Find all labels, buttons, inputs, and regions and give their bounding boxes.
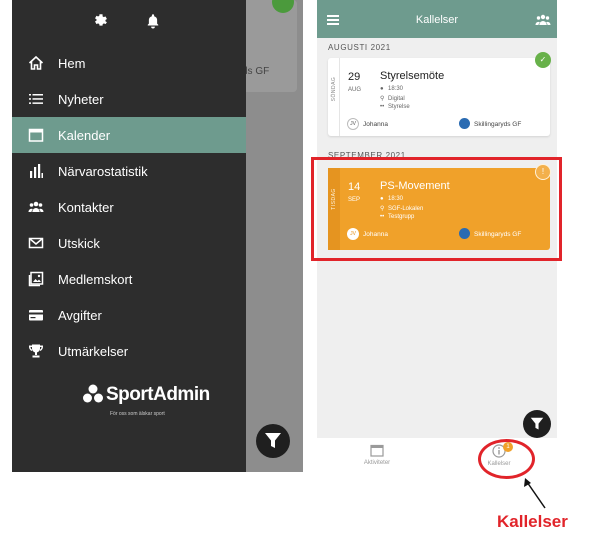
menu-item-utskick[interactable]: Utskick bbox=[12, 225, 246, 261]
tab-aktiviteter[interactable]: Aktiviteter bbox=[347, 444, 407, 466]
filter-button[interactable] bbox=[523, 410, 551, 438]
menu-item-label: Utmärkelser bbox=[58, 343, 129, 359]
filter-icon bbox=[530, 417, 544, 430]
event-group: Styrelse bbox=[388, 104, 410, 110]
check-icon: ✓ bbox=[535, 52, 551, 68]
event-club: Skillingaryds GF bbox=[474, 121, 522, 128]
logo-mark-icon bbox=[83, 384, 103, 403]
navigation-drawer: Hem Nyheter Kalender Närvarostatistik Ko… bbox=[12, 0, 246, 472]
background-card-text: ds GF bbox=[242, 66, 270, 77]
event-title: Styrelsemöte bbox=[380, 70, 445, 82]
day-name: SÖNDAG bbox=[331, 76, 337, 102]
sportadmin-logo: SportAdmin För oss som älskar sport bbox=[82, 382, 212, 422]
location-pin-icon: ⚲ bbox=[380, 96, 385, 102]
section-label-augusti: AUGUSTI 2021 bbox=[328, 43, 391, 52]
brand-tagline: För oss som älskar sport bbox=[110, 411, 165, 417]
event-day: 29 bbox=[348, 71, 361, 83]
header-title: Kallelser bbox=[415, 14, 459, 26]
annotation-label: Kallelser bbox=[497, 512, 568, 531]
calendar-icon bbox=[12, 127, 58, 143]
menu-item-label: Kalender bbox=[58, 127, 111, 143]
event-location-row: ⚲ Digital bbox=[380, 95, 405, 102]
calendar-icon bbox=[370, 444, 384, 457]
group-icon: •• bbox=[380, 104, 385, 110]
event-person: Johanna bbox=[363, 121, 388, 128]
filter-icon bbox=[265, 433, 281, 448]
envelope-icon bbox=[12, 235, 58, 251]
group-icon[interactable] bbox=[535, 14, 551, 26]
annotation-arrow-icon bbox=[524, 478, 546, 509]
brand-name: SportAdmin bbox=[106, 384, 210, 405]
event-time-row: ● 18:30 bbox=[380, 86, 403, 92]
gear-icon[interactable] bbox=[92, 12, 114, 34]
event-location: Digital bbox=[388, 96, 405, 102]
highlight-rectangle bbox=[311, 157, 562, 261]
news-list-icon bbox=[12, 91, 58, 107]
menu-item-medlemskort[interactable]: Medlemskort bbox=[12, 261, 246, 297]
bell-icon[interactable] bbox=[144, 12, 166, 34]
group-icon bbox=[12, 199, 58, 215]
menu-item-label: Närvarostatistik bbox=[58, 163, 148, 179]
event-group-row: •• Styrelse bbox=[380, 104, 410, 110]
menu-item-narvarostatistik[interactable]: Närvarostatistik bbox=[12, 153, 246, 189]
event-time: 18:30 bbox=[388, 86, 404, 92]
club-logo-icon bbox=[459, 118, 470, 129]
credit-card-icon bbox=[12, 307, 58, 323]
trophy-icon bbox=[12, 343, 58, 359]
menu-item-avgifter[interactable]: Avgifter bbox=[12, 297, 246, 333]
menu-item-label: Hem bbox=[58, 55, 86, 71]
menu-item-utmarkelser[interactable]: Utmärkelser bbox=[12, 333, 246, 369]
member-card-icon bbox=[12, 271, 58, 287]
clock-icon: ● bbox=[380, 86, 384, 92]
menu-item-label: Kontakter bbox=[58, 199, 114, 215]
menu-item-label: Medlemskort bbox=[58, 271, 133, 287]
menu-item-hem[interactable]: Hem bbox=[12, 45, 246, 81]
avatar: JV bbox=[347, 118, 359, 130]
event-card[interactable]: SÖNDAG 29 AUG Styrelsemöte ● 18:30 ⚲ Digit… bbox=[328, 52, 551, 136]
menu-item-nyheter[interactable]: Nyheter bbox=[12, 81, 246, 117]
filter-button[interactable] bbox=[256, 424, 290, 458]
menu-item-label: Nyheter bbox=[58, 91, 104, 107]
left-phone-screen: ds GF Hem Nyheter Kalender Närvarostatis… bbox=[12, 0, 303, 472]
menu-item-kontakter[interactable]: Kontakter bbox=[12, 189, 246, 225]
menu-item-label: Avgifter bbox=[58, 307, 102, 323]
drawer-menu: Hem Nyheter Kalender Närvarostatistik Ko… bbox=[12, 45, 246, 369]
bar-chart-icon bbox=[12, 163, 58, 179]
event-month: AUG bbox=[348, 87, 362, 93]
tab-label: Aktiviteter bbox=[363, 460, 391, 466]
home-icon bbox=[12, 55, 58, 71]
app-header: Kallelser bbox=[317, 0, 557, 38]
menu-item-label: Utskick bbox=[58, 235, 100, 251]
menu-item-kalender[interactable]: Kalender bbox=[12, 117, 246, 153]
